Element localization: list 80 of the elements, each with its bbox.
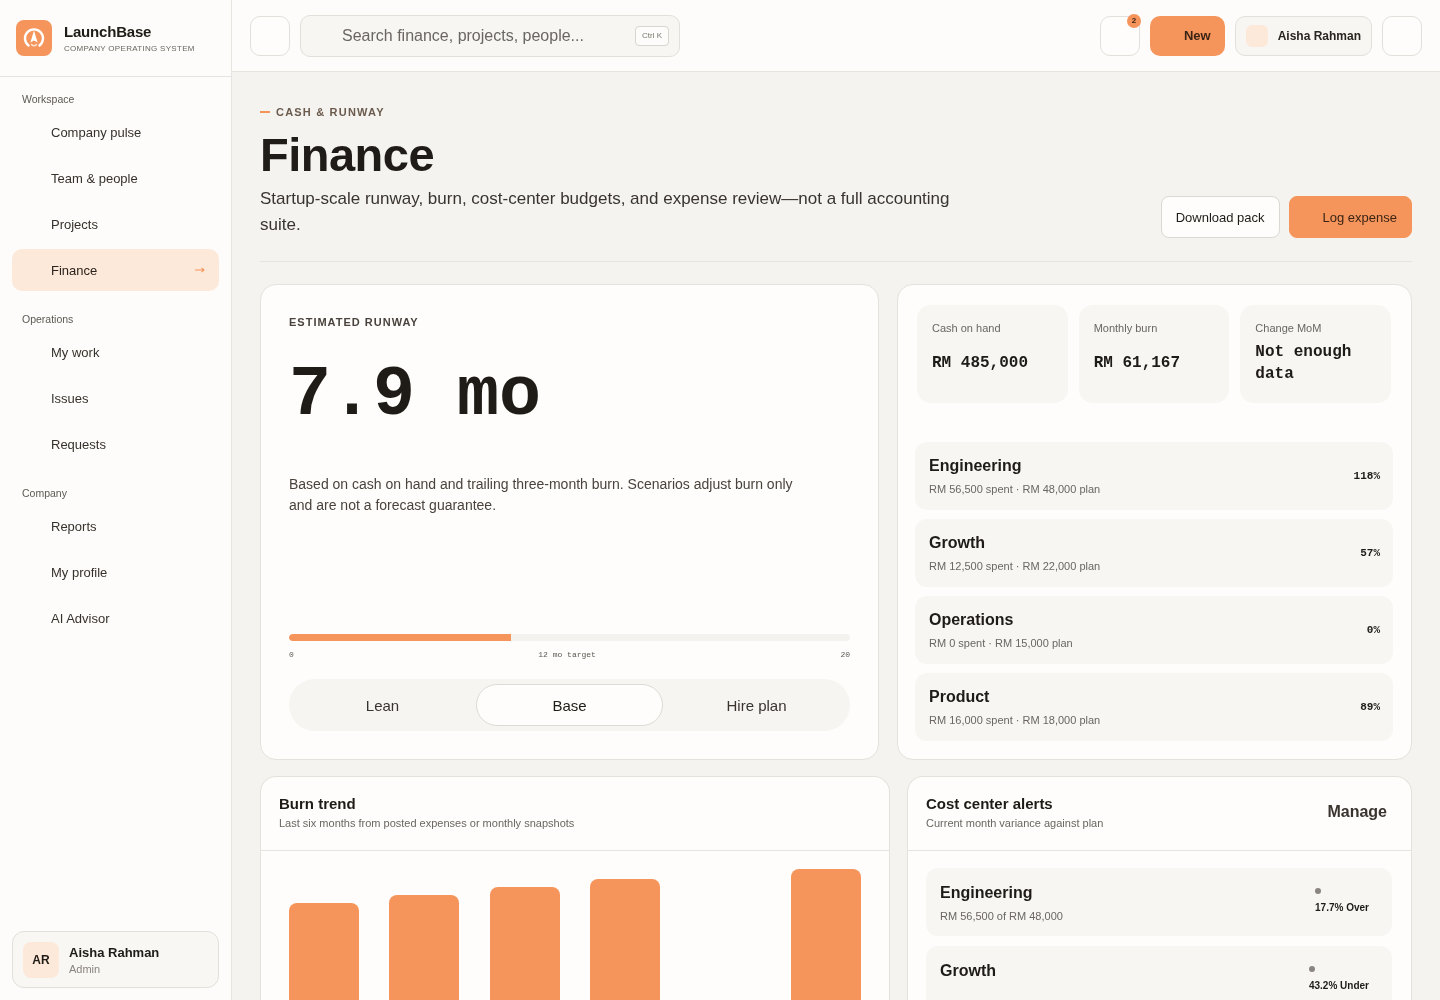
cost-center-name: Engineering — [929, 456, 1022, 476]
user-card[interactable]: AR Aisha Rahman Admin — [12, 931, 219, 988]
toolbar-button[interactable] — [1382, 15, 1422, 56]
sidebar-item[interactable]: Reports — [12, 505, 219, 547]
download-button[interactable]: Download pack — [1160, 196, 1280, 239]
page-title: Finance — [260, 128, 436, 183]
card-title: Burn trend — [279, 794, 356, 812]
stat-label: Cash on hand — [932, 322, 1001, 335]
manage-button[interactable]: Manage — [1327, 802, 1387, 821]
scenario-tab[interactable]: Lean — [289, 684, 476, 727]
cost-center-percent: 57% — [1360, 547, 1380, 560]
card-subtitle: Current month variance against plan — [926, 816, 1104, 829]
cost-center-name: Growth — [929, 533, 985, 553]
brand-tagline: COMPANY OPERATING SYSTEM — [64, 44, 195, 53]
stat-value: RM 485,000 — [932, 352, 1028, 374]
alert-row[interactable]: Growth 43.2% Under — [926, 946, 1392, 1000]
stat-label: Monthly burn — [1093, 322, 1158, 335]
cost-center-row[interactable]: Operations RM 0 spent · RM 15,000 plan 0% — [915, 596, 1393, 665]
cost-center-row[interactable]: Product RM 16,000 spent · RM 18,000 plan 89% — [915, 673, 1393, 742]
sidebar-item[interactable]: Projects — [12, 203, 219, 245]
scale-label: 12 mo target — [538, 650, 596, 660]
sidebar-item[interactable]: Team & people — [12, 157, 219, 199]
stat-value: RM 61,167 — [1093, 352, 1181, 374]
alert-status: 17.7% Over — [1315, 902, 1369, 915]
stat-value: Not enough data — [1255, 341, 1353, 385]
section-eyebrow: CASH & RUNWAY — [276, 106, 385, 118]
alert-name: Growth — [940, 961, 996, 981]
scale-label: 20 — [840, 650, 850, 660]
card-label: ESTIMATED RUNWAY — [289, 316, 419, 329]
status-dot-icon — [1308, 966, 1315, 973]
brand-name: LaunchBase — [64, 23, 152, 40]
nav-section-label: Workspace — [21, 92, 76, 106]
alert-detail: RM 56,500 of RM 48,000 — [940, 910, 1063, 924]
cost-center-name: Product — [929, 687, 990, 707]
user-menu-button[interactable]: Aisha Rahman — [1234, 15, 1372, 56]
user-name: Aisha Rahman — [69, 944, 160, 960]
cost-center-row[interactable]: Engineering RM 56,500 spent · RM 48,000 plan 118% — [915, 442, 1393, 511]
avatar-placeholder — [1245, 24, 1268, 47]
dash-icon — [260, 111, 270, 113]
cost-center-percent: 118% — [1353, 470, 1380, 483]
new-button[interactable]: New — [1149, 15, 1225, 56]
notification-badge: 2 — [1126, 13, 1141, 28]
runway-value: 7.9 mo — [289, 361, 542, 432]
shortcut-hint: Ctrl K — [635, 25, 669, 46]
nav-section-label: Company — [21, 486, 68, 500]
user-avatar: AR — [23, 941, 59, 978]
nav-section-label: Operations — [21, 312, 75, 326]
sidebar-item[interactable]: My profile — [12, 551, 219, 593]
sidebar-item[interactable]: AI Advisor — [12, 597, 219, 639]
alert-status: 43.2% Under — [1308, 980, 1369, 993]
sidebar-item[interactable]: Finance — [12, 249, 219, 291]
sidebar-item[interactable]: Requests — [12, 423, 219, 465]
cost-center-detail: RM 12,500 spent · RM 22,000 plan — [929, 560, 1101, 574]
cost-center-percent: 89% — [1360, 701, 1380, 714]
cost-center-name: Operations — [929, 610, 1014, 630]
cost-center-detail: RM 0 spent · RM 15,000 plan — [929, 637, 1073, 651]
page-description: Startup-scale runway, burn, cost-center budgets, and expense review—not a full accounting suite. — [260, 188, 950, 237]
notifications-button[interactable]: 2 — [1099, 15, 1140, 56]
cost-center-percent: 0% — [1366, 624, 1380, 637]
runway-note: Based on cash on hand and trailing three-month burn. Scenarios adjust burn only and are not a forecast guarantee. — [289, 475, 794, 516]
alert-row[interactable]: Engineering RM 56,500 of RM 48,000 17.7% Over — [926, 868, 1392, 937]
stat-label: Change MoM — [1255, 322, 1322, 335]
toolbar-button[interactable] — [250, 15, 290, 56]
cost-center-detail: RM 56,500 spent · RM 48,000 plan — [929, 483, 1101, 497]
scale-label: 0 — [289, 650, 294, 660]
alert-name: Engineering — [940, 883, 1033, 903]
status-dot-icon — [1315, 888, 1322, 895]
scenario-tab[interactable]: Hire plan — [663, 684, 850, 727]
sidebar-item[interactable]: Company pulse — [12, 111, 219, 153]
scenario-tab[interactable]: Base — [476, 684, 663, 727]
card-title: Cost center alerts — [926, 794, 1053, 812]
logo-icon — [16, 20, 52, 56]
arrow-icon — [195, 267, 205, 273]
cost-center-row[interactable]: Growth RM 12,500 spent · RM 22,000 plan 57% — [915, 519, 1393, 588]
user-role: Admin — [69, 962, 101, 975]
sidebar-item[interactable]: My work — [12, 331, 219, 373]
cost-center-detail: RM 16,000 spent · RM 18,000 plan — [929, 714, 1101, 728]
log-expense-button[interactable]: Log expense — [1288, 196, 1412, 239]
sidebar-item[interactable]: Issues — [12, 377, 219, 419]
card-subtitle: Last six months from posted expenses or monthly snapshots — [279, 816, 575, 829]
